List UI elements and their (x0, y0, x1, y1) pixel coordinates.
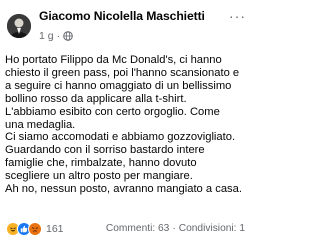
shares-count[interactable]: Condivisioni: 1 (179, 223, 245, 234)
post-body-line: famiglie che, rimbalzate, hanno dovuto (5, 157, 197, 170)
post-body-line: Ci siamo accomodati e abbiamo gozzovigli… (5, 131, 236, 144)
post-footer: 161 Commenti: 63 · Condivisioni: 1 (0, 220, 250, 238)
author-avatar[interactable] (7, 14, 31, 38)
author-name[interactable]: Giacomo Nicolella Maschietti (39, 9, 205, 23)
post-body: Ho portato Filippo da Mc Donald's, ci ha… (5, 54, 249, 196)
post-body-line: L'abbiamo esibito con certo orgoglio. Co… (5, 105, 220, 118)
post-body-line: Ah no, nessun posto, avranno mangiato a … (5, 183, 242, 196)
globe-icon (63, 31, 73, 41)
post-body-line: bollino rosso da applicare alla t-shirt. (5, 92, 187, 105)
post-body-line: Guardando con il sorriso bastardo intere (5, 144, 205, 157)
meta-separator: · (56, 30, 61, 42)
post-body-line: a seguire ci hanno omaggiato di un belli… (5, 79, 232, 92)
counts-separator: · (172, 223, 176, 234)
post-time[interactable]: 1 g (39, 30, 54, 42)
angry-reaction-icon (28, 222, 42, 236)
post-body-line: una medaglia. (5, 118, 76, 131)
reaction-count: 161 (46, 223, 64, 235)
post-body-line: scegliere un altro posto per mangiare. (5, 170, 193, 183)
more-options-icon[interactable]: ··· (229, 8, 246, 24)
reactions-summary[interactable]: 161 (6, 222, 64, 236)
post-header: Giacomo Nicolella Maschietti 1 g · ··· (0, 0, 250, 48)
engagement-counts: Commenti: 63 · Condivisioni: 1 (106, 223, 245, 234)
post-meta: 1 g · (39, 30, 73, 42)
comments-count[interactable]: Commenti: 63 (106, 223, 169, 234)
post-body-line: Ho portato Filippo da Mc Donald's, ci ha… (5, 54, 222, 66)
post-body-line: chiesto il green pass, poi l'hanno scans… (5, 66, 240, 79)
